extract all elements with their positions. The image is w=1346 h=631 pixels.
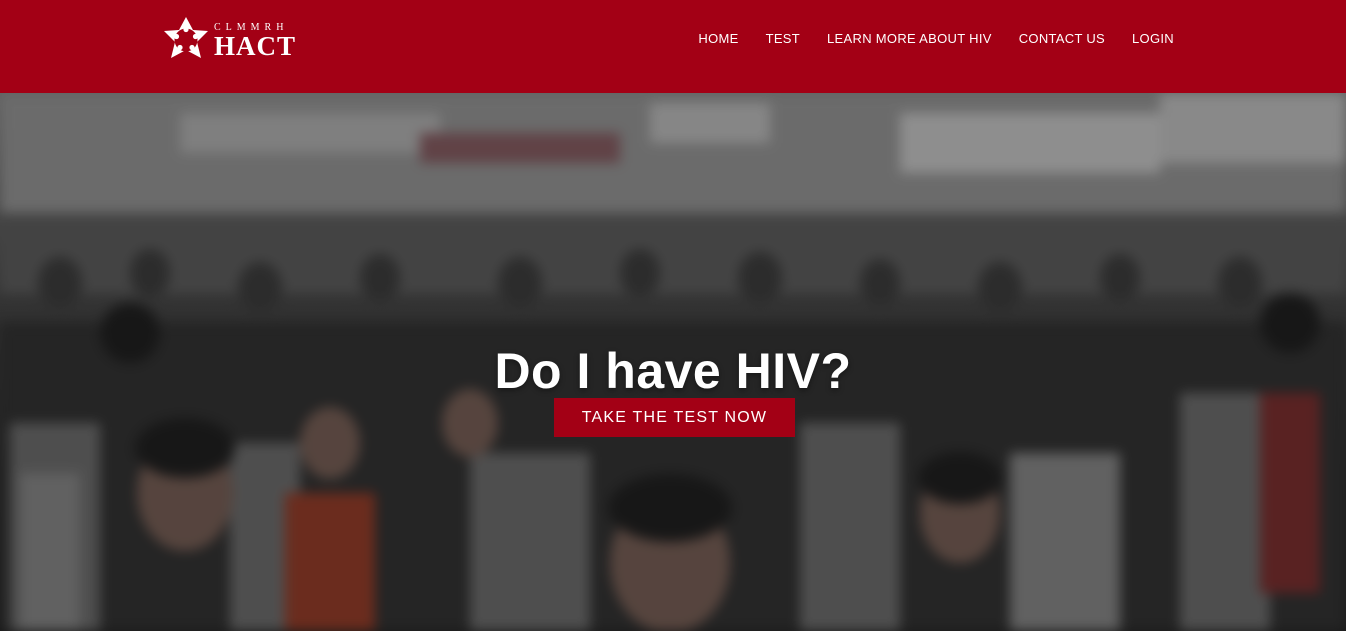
site-header: CLMMRH HACT HOME TEST LEARN MORE ABOUT H… <box>0 0 1346 93</box>
hero-title: Do I have HIV? <box>494 342 852 399</box>
site-logo[interactable]: CLMMRH HACT <box>162 14 302 62</box>
star-ring-logo-icon <box>164 17 208 58</box>
nav-item-login[interactable]: LOGIN <box>1132 31 1174 47</box>
hero-section: Do I have HIV? TAKE THE TEST NOW <box>0 93 1346 631</box>
main-nav: HOME TEST LEARN MORE ABOUT HIV CONTACT U… <box>698 31 1174 47</box>
nav-item-home[interactable]: HOME <box>698 31 738 47</box>
take-test-button[interactable]: TAKE THE TEST NOW <box>554 398 795 437</box>
nav-item-learn-more[interactable]: LEARN MORE ABOUT HIV <box>827 31 992 47</box>
nav-item-test[interactable]: TEST <box>766 31 800 47</box>
brand-title: HACT <box>214 31 297 61</box>
nav-item-contact[interactable]: CONTACT US <box>1019 31 1105 47</box>
page: CLMMRH HACT HOME TEST LEARN MORE ABOUT H… <box>0 0 1346 631</box>
